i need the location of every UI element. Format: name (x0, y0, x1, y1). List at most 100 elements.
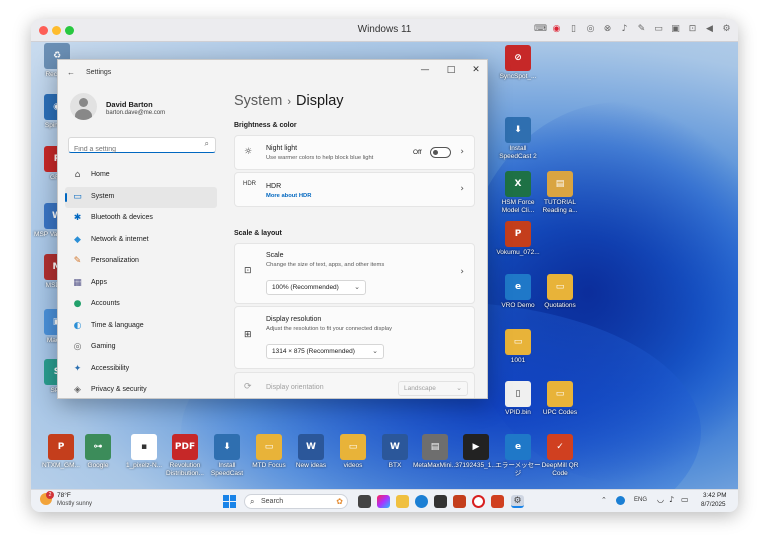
start-button[interactable] (223, 495, 236, 508)
night-light-card[interactable]: ☼ Night light Use warmer colors to help … (234, 135, 475, 170)
scale-value: 100% (Recommended) (272, 284, 339, 291)
desktop-icon[interactable]: ⊶ Google (74, 434, 122, 470)
powerpoint-icon[interactable] (453, 495, 466, 508)
desktop-app-icon: X (505, 171, 531, 197)
nav-item-accessibility[interactable]: ✦ Accessibility (65, 359, 217, 381)
chevron-right-icon[interactable]: › (460, 184, 464, 194)
desktop-icon[interactable]: ⬇ Install SpeedCast 2 (494, 117, 542, 161)
desktop-icon-label: VRO Demo (501, 302, 535, 309)
desktop-icon-label: UPC Codes (542, 409, 578, 416)
drive-icon[interactable]: ▭ (653, 23, 664, 36)
scale-subtitle: Change the size of text, apps, and other… (266, 262, 385, 268)
desktop-icon[interactable]: ▤ TUTORIAL Reading a... (536, 171, 584, 215)
desktop-icon[interactable]: PDF Revolution Distribution... (161, 434, 209, 478)
resolution-dropdown[interactable]: 1314 × 875 (Recommended) ⌄ (266, 344, 384, 359)
clock-date[interactable]: 8/7/2025 (701, 501, 726, 508)
scale-dropdown[interactable]: 100% (Recommended) ⌄ (266, 280, 366, 295)
display-resolution-card[interactable]: ⊞ Display resolution Adjust the resoluti… (234, 306, 475, 369)
taskbar-search[interactable]: ⌕ Search ✿ (244, 494, 348, 509)
tray-app-icon[interactable] (616, 496, 625, 505)
desktop-icon[interactable]: P Vokumu_072... (494, 221, 542, 257)
hdr-card[interactable]: HDR HDR More about HDR › (234, 172, 475, 207)
desktop-icon[interactable]: ▭ videos (329, 434, 377, 470)
resolution-value: 1314 × 875 (Recommended) (272, 348, 355, 355)
desktop-app-icon: ▤ (547, 171, 573, 197)
nav-icon: ▭ (73, 191, 82, 202)
desktop-icon[interactable]: W New ideas (287, 434, 335, 470)
desktop-icon[interactable]: ▭ MTD Focus (245, 434, 293, 470)
desktop-icon[interactable]: e VRO Demo (494, 274, 542, 310)
find-setting-input[interactable] (69, 143, 194, 156)
nav-item-accounts[interactable]: ● Accounts (65, 294, 217, 316)
close-icon[interactable]: ✕ (463, 63, 487, 77)
desktop-icon[interactable]: ✓ DeepMill QR Code (536, 434, 584, 478)
taskbar-search-placeholder: Search (261, 498, 284, 505)
desktop-app-icon: ▪ (131, 434, 157, 460)
app-red-icon[interactable] (472, 495, 485, 508)
brightness-icon: ☼ (244, 147, 253, 157)
nav-item-personalization[interactable]: ✎ Personalization (65, 251, 217, 273)
desktop-icon-label: エラーメッセージ (495, 462, 541, 477)
desktop-icon[interactable]: ⊘ SyncSpot_... (494, 45, 542, 81)
camera-icon[interactable]: ◎ (585, 23, 596, 36)
edge-icon[interactable] (415, 495, 428, 508)
wifi-icon[interactable]: ◡ (657, 495, 664, 504)
desktop-app-icon: PDF (172, 434, 198, 460)
record-icon[interactable]: ◉ (551, 23, 562, 36)
desktop-icon[interactable]: X HSM Force Model Cli... (494, 171, 542, 215)
desktop-icon[interactable]: ▯ VPID.bin (494, 381, 542, 417)
task-view-icon[interactable] (358, 495, 371, 508)
desktop-icon[interactable]: ▭ Quotations (536, 274, 584, 310)
find-setting-field[interactable]: ⌕ (68, 137, 216, 156)
maximize-icon[interactable]: □ (438, 63, 464, 77)
nav-label: Gaming (91, 343, 116, 350)
chevron-right-icon[interactable]: › (460, 147, 464, 157)
back-arrow-icon[interactable]: ◀ (704, 23, 715, 36)
nav-item-time-language[interactable]: ◐ Time & language (65, 316, 217, 338)
back-arrow-icon[interactable]: ← (67, 68, 75, 77)
video-icon[interactable]: ▣ (670, 23, 681, 36)
chevron-right-icon[interactable]: › (460, 267, 464, 277)
usb-icon[interactable]: ▯ (568, 23, 579, 36)
clock-time[interactable]: 3:42 PM (703, 492, 726, 499)
desktop-icon[interactable]: e エラーメッセージ (494, 434, 542, 478)
nav-item-bluetooth-devices[interactable]: ✱ Bluetooth & devices (65, 208, 217, 230)
battery-icon[interactable]: ▭ (681, 495, 689, 504)
audio-icon[interactable]: ♪ (619, 23, 630, 36)
gear-icon[interactable]: ⚙ (721, 23, 732, 36)
nav-icon: ⌂ (74, 170, 81, 180)
nav-item-home[interactable]: ⌂ Home (65, 165, 217, 187)
hdr-link[interactable]: More about HDR (266, 193, 311, 199)
app-red2-icon[interactable] (491, 495, 504, 508)
microphone-icon[interactable]: ✎ (636, 23, 647, 36)
nav-item-gaming[interactable]: ◎ Gaming (65, 337, 217, 359)
nav-item-network-internet[interactable]: ◆ Network & internet (65, 230, 217, 252)
keyboard-icon[interactable]: ⌨ (534, 23, 547, 36)
desktop-icon[interactable]: ▭ UPC Codes (536, 381, 584, 417)
scale-title: Scale (266, 252, 284, 259)
desktop-icon[interactable]: ▶ 37192435_1... (452, 434, 500, 470)
minimize-icon[interactable]: — (412, 63, 438, 77)
user-avatar[interactable] (70, 93, 97, 120)
desktop-icon[interactable]: ⬇ Install SpeedCast (203, 434, 251, 478)
night-light-toggle[interactable] (430, 147, 451, 158)
nav-item-system[interactable]: ▭ System (65, 186, 217, 208)
tray-chevron-icon[interactable]: ⌃ (601, 496, 607, 504)
language-indicator[interactable]: ENG (634, 497, 647, 503)
volume-icon[interactable]: ♪ (669, 495, 674, 504)
breadcrumb-parent[interactable]: System (234, 93, 282, 109)
scale-card[interactable]: ⊡ Scale Change the size of text, apps, a… (234, 243, 475, 304)
screenshot-icon[interactable]: ⊡ (687, 23, 698, 36)
settings-taskbar-icon[interactable]: ⚙ (511, 495, 524, 508)
store-icon[interactable] (434, 495, 447, 508)
desktop-icon[interactable]: ▭ 1001 (494, 329, 542, 365)
desktop-icon-label: 37192435_1... (455, 462, 497, 469)
weather-temp[interactable]: 78°F (57, 492, 71, 499)
nav-item-privacy-security[interactable]: ◈ Privacy & security (65, 380, 217, 398)
nav-label: Time & language (91, 321, 144, 329)
nav-item-apps[interactable]: ▦ Apps (65, 273, 217, 295)
weather-desc[interactable]: Mostly sunny (57, 501, 92, 507)
share-icon[interactable]: ⊗ (602, 23, 613, 36)
file-explorer-icon[interactable] (396, 495, 409, 508)
copilot-icon[interactable] (377, 495, 390, 508)
